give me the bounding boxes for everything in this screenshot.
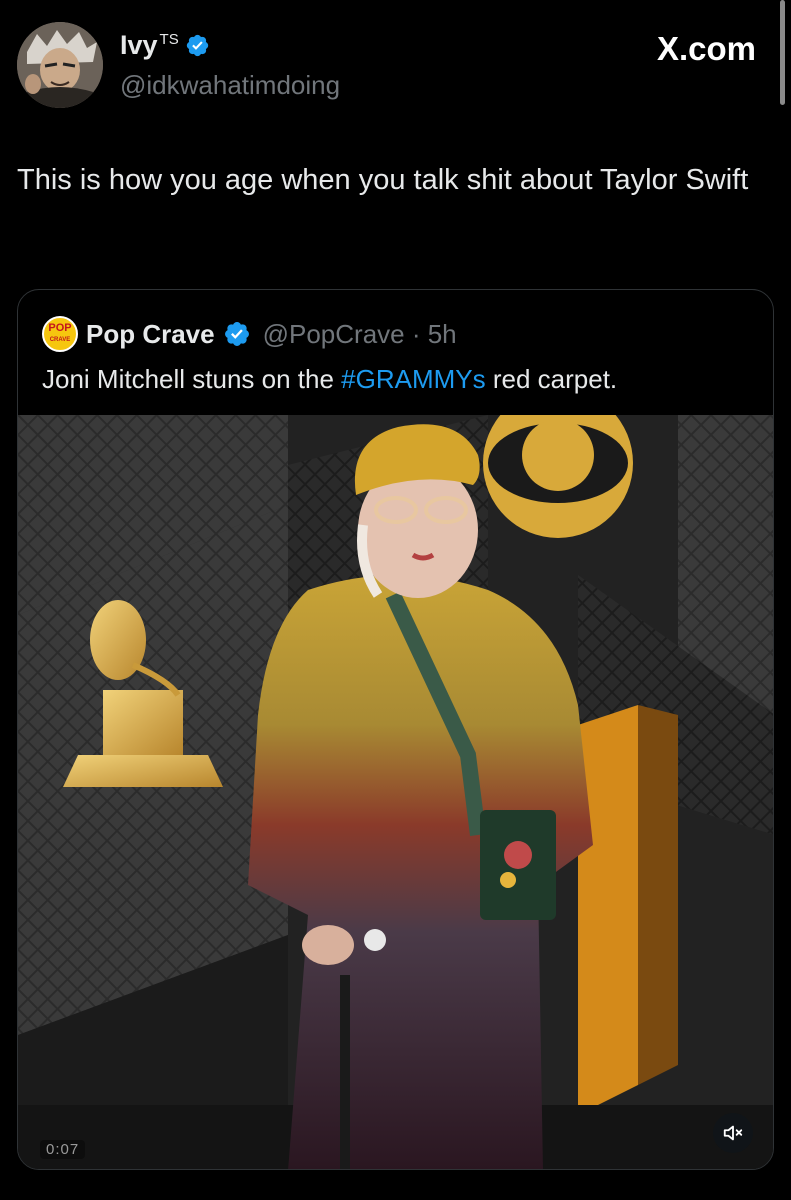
- scrollbar-thumb[interactable]: [780, 0, 785, 105]
- quoted-handle-time[interactable]: @PopCrave · 5h: [263, 319, 457, 350]
- verified-badge-icon: [185, 33, 210, 58]
- red-carpet-video-frame: [18, 415, 773, 1169]
- quoted-display-name[interactable]: Pop Crave: [86, 319, 215, 350]
- x-com-watermark: X.com: [657, 30, 756, 68]
- speaker-muted-icon: [723, 1125, 743, 1141]
- pop-crave-logo-icon[interactable]: POP CRAVE: [42, 316, 78, 352]
- grammys-hashtag-link[interactable]: #GRAMMYs: [341, 364, 485, 394]
- quoted-tweet-header: POP CRAVE Pop Crave @PopCrave · 5h: [42, 316, 457, 352]
- quoted-text-before: Joni Mitchell stuns on the: [42, 364, 342, 394]
- video-timestamp: 0:07: [40, 1140, 86, 1159]
- x-com-label: X.com: [656, 30, 756, 67]
- quoted-video-player[interactable]: 0:07: [18, 415, 773, 1169]
- tweet-screenshot: Ivy TS @idkwahatimdoing X.com This is how…: [0, 0, 791, 1200]
- author-display-name[interactable]: Ivy TS: [120, 30, 179, 61]
- quoted-tweet-text: Joni Mitchell stuns on the #GRAMMYs red …: [42, 364, 617, 395]
- author-name-row: Ivy TS: [120, 30, 210, 61]
- quoted-verified-badge-icon: [223, 320, 251, 348]
- logo-text-bottom: CRAVE: [49, 337, 71, 343]
- author-name-superscript: TS: [159, 31, 179, 48]
- video-mute-button[interactable]: [713, 1113, 753, 1153]
- quoted-tweet-card[interactable]: POP CRAVE Pop Crave @PopCrave · 5h Joni M…: [17, 289, 774, 1170]
- tweet-text: This is how you age when you talk shit a…: [17, 164, 749, 196]
- author-handle[interactable]: @idkwahatimdoing: [120, 70, 340, 101]
- logo-text-top: POP: [48, 322, 72, 334]
- author-avatar[interactable]: [17, 22, 103, 108]
- quoted-text-after: red carpet.: [485, 364, 618, 394]
